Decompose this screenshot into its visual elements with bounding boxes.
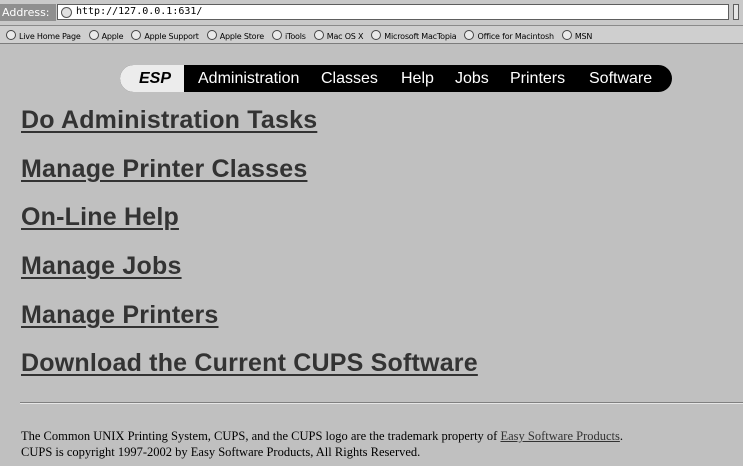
nav-help[interactable]: Help: [401, 65, 434, 92]
favorite-live-home-page[interactable]: Live Home Page: [6, 28, 81, 43]
favorite-apple[interactable]: Apple: [88, 28, 124, 43]
footer-copyright: CUPS is copyright 1997-2002 by Easy Soft…: [21, 445, 421, 459]
favorite-icon: [131, 30, 142, 40]
address-label: Address:: [0, 4, 56, 21]
favorite-label: Microsoft MacTopia: [384, 32, 457, 41]
favorite-icon: [313, 30, 324, 40]
favorite-msn[interactable]: MSN: [561, 28, 593, 43]
favorite-label: Office for Macintosh: [477, 32, 554, 41]
favorites-bar: Live Home Page Apple Apple Support Apple St…: [0, 26, 743, 44]
favorite-label: MSN: [574, 32, 593, 41]
address-input[interactable]: http://127.0.0.1:631/: [57, 4, 729, 20]
link-online-help[interactable]: On-Line Help: [21, 203, 179, 232]
address-bar-end: [733, 4, 739, 20]
link-download-cups[interactable]: Download the Current CUPS Software: [21, 349, 478, 378]
nav-software[interactable]: Software: [589, 65, 652, 92]
footer-line-1: The Common UNIX Printing System, CUPS, a…: [21, 428, 743, 444]
nav-bar: ESP Administration Classes Help Jobs Pri…: [120, 65, 672, 92]
nav-classes[interactable]: Classes: [321, 65, 378, 92]
divider: [20, 402, 743, 404]
link-manage-printer-classes[interactable]: Manage Printer Classes: [21, 155, 307, 184]
page-content: ESP Administration Classes Help Jobs Pri…: [0, 44, 743, 466]
address-url: http://127.0.0.1:631/: [76, 6, 203, 17]
favorite-icon: [464, 30, 475, 40]
favorite-apple-store[interactable]: Apple Store: [206, 28, 265, 43]
footer-period: .: [619, 429, 624, 443]
footer-esp-link[interactable]: Easy Software Products: [500, 429, 619, 443]
link-manage-jobs[interactable]: Manage Jobs: [21, 252, 182, 281]
favorite-office-for-macintosh[interactable]: Office for Macintosh: [464, 28, 554, 43]
favorite-icon: [206, 30, 217, 40]
footer-trademark-text: The Common UNIX Printing System, CUPS, a…: [21, 429, 501, 443]
esp-logo[interactable]: ESP: [120, 65, 184, 92]
favorite-label: Live Home Page: [19, 32, 81, 41]
favorite-label: Apple: [101, 32, 124, 41]
favorite-apple-support[interactable]: Apple Support: [131, 28, 199, 43]
nav-jobs[interactable]: Jobs: [455, 65, 489, 92]
nav-administration[interactable]: Administration: [198, 65, 299, 92]
favorite-label: Apple Support: [144, 32, 199, 41]
footer: The Common UNIX Printing System, CUPS, a…: [21, 428, 743, 460]
favorite-icon: [272, 30, 283, 40]
link-manage-printers[interactable]: Manage Printers: [21, 301, 219, 330]
favorite-icon: [561, 30, 572, 40]
favorite-icon: [6, 30, 16, 40]
favorite-microsoft-mactopia[interactable]: Microsoft MacTopia: [371, 28, 457, 43]
favorite-label: iTools: [285, 32, 306, 41]
favorite-icon: [88, 30, 99, 40]
favorite-itools[interactable]: iTools: [272, 28, 306, 43]
favorite-icon: [371, 30, 382, 40]
nav-printers[interactable]: Printers: [510, 65, 565, 92]
favorite-label: Mac OS X: [326, 32, 364, 41]
favorite-mac-os-x[interactable]: Mac OS X: [313, 28, 364, 43]
link-administration-tasks[interactable]: Do Administration Tasks: [21, 106, 317, 135]
page-icon: [61, 7, 72, 18]
address-bar: Address: http://127.0.0.1:631/: [0, 0, 743, 26]
favorite-label: Apple Store: [219, 32, 265, 41]
